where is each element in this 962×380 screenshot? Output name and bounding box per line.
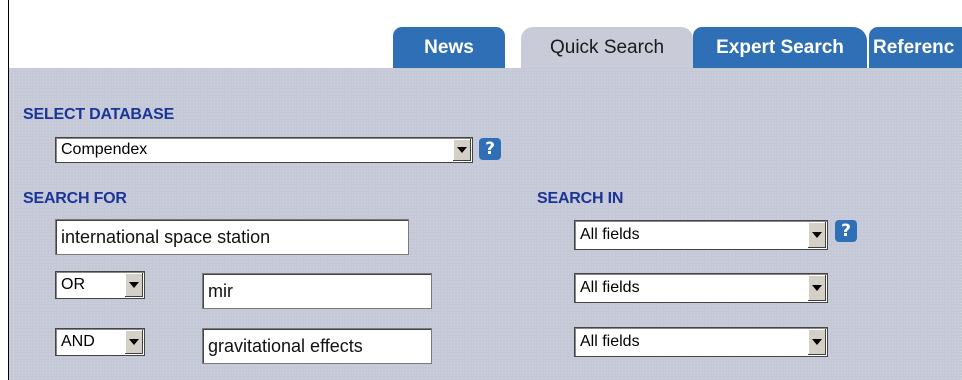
search-in-select-2[interactable]: All fields (574, 273, 828, 303)
database-help-icon[interactable]: ? (479, 138, 501, 160)
chevron-down-icon[interactable] (807, 275, 826, 301)
search-frame: News Quick Search Expert Search Referenc… (8, 0, 962, 380)
search-in-label: SEARCH IN (537, 190, 624, 207)
search-in-help-icon[interactable]: ? (835, 220, 857, 242)
select-database-label: SELECT DATABASE (23, 106, 175, 123)
tab-bar: News Quick Search Expert Search Referenc (9, 0, 962, 68)
operator-select-1-value: OR (61, 276, 85, 293)
chevron-down-icon[interactable] (452, 139, 471, 161)
search-in-select-3[interactable]: All fields (574, 327, 828, 357)
search-in-select-2-value: All fields (580, 279, 640, 296)
chevron-down-icon[interactable] (807, 329, 826, 355)
tab-news[interactable]: News (393, 27, 505, 68)
search-term-input-2[interactable]: mir (202, 273, 432, 309)
chevron-down-icon[interactable] (124, 273, 143, 297)
tab-reference[interactable]: Referenc (869, 27, 962, 68)
operator-select-1[interactable]: OR (55, 271, 145, 299)
search-in-select-3-value: All fields (580, 333, 640, 350)
tab-quick-search[interactable]: Quick Search (521, 27, 693, 68)
search-in-select-1[interactable]: All fields (574, 220, 828, 250)
chevron-down-icon[interactable] (124, 330, 143, 354)
search-for-label: SEARCH FOR (23, 190, 127, 207)
database-select[interactable]: Compendex (55, 137, 473, 163)
search-term-input-3[interactable]: gravitational effects (202, 328, 432, 364)
operator-select-2-value: AND (61, 333, 95, 350)
search-term-input-1[interactable]: international space station (55, 219, 409, 255)
chevron-down-icon[interactable] (807, 222, 826, 248)
search-in-select-1-value: All fields (580, 226, 640, 243)
database-select-value: Compendex (61, 141, 148, 158)
operator-select-2[interactable]: AND (55, 328, 145, 356)
tab-expert-search[interactable]: Expert Search (693, 27, 867, 68)
search-panel: SELECT DATABASE Compendex ? SEARCH FOR i… (9, 68, 962, 380)
